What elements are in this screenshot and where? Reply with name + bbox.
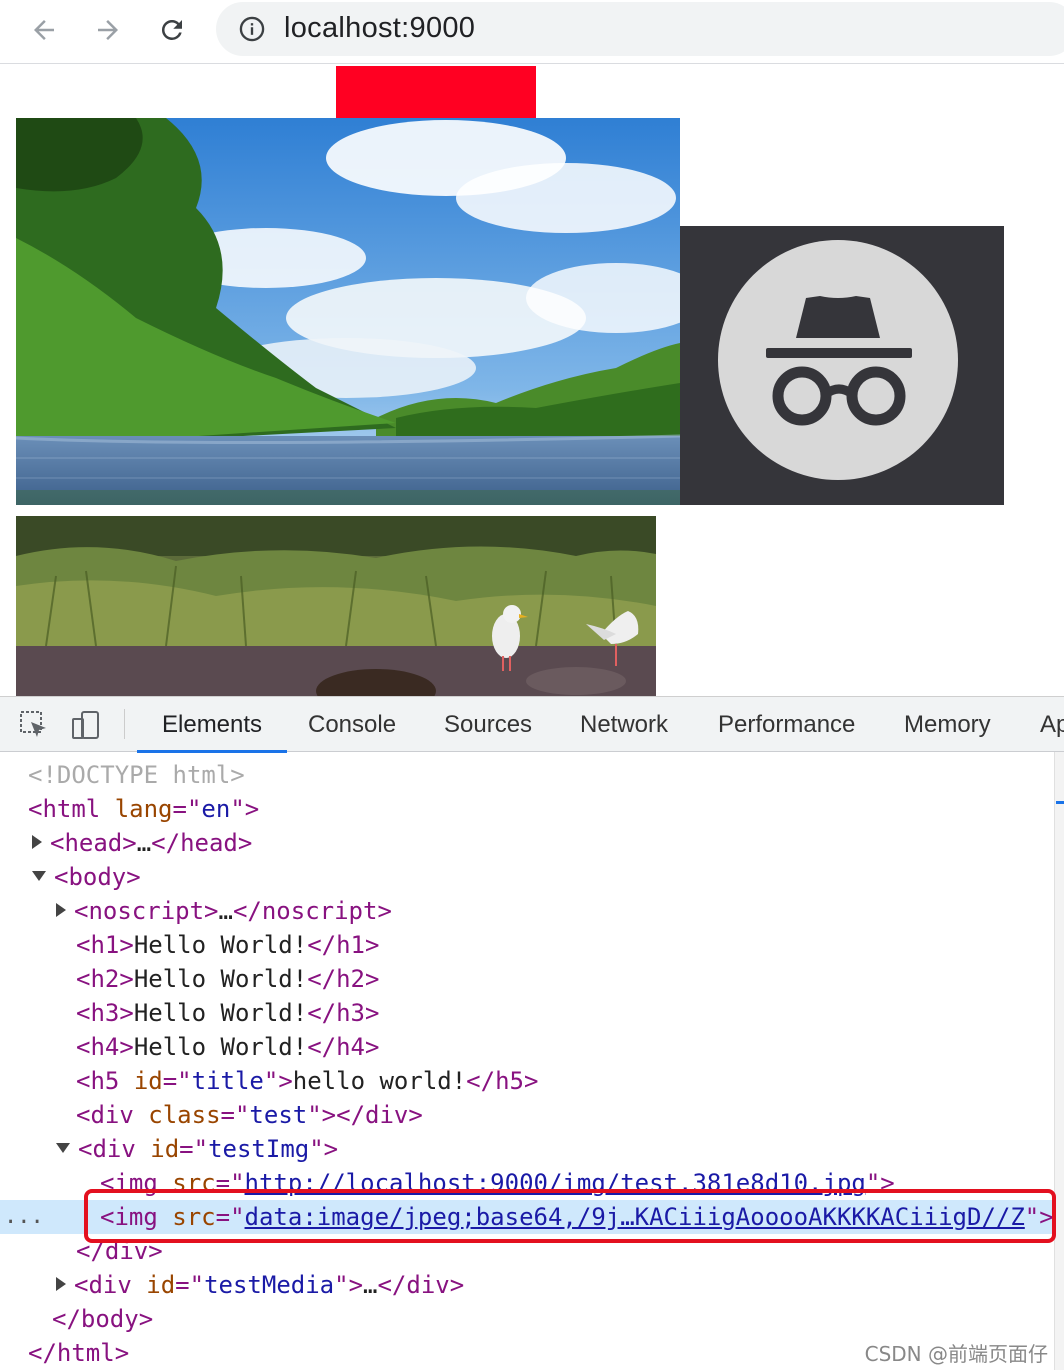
scroll-indicator — [1056, 801, 1064, 804]
node-text: Hello World! — [133, 1033, 308, 1061]
dom-node-h2[interactable]: <h2>Hello World!</h2> — [0, 962, 1054, 996]
reload-icon — [161, 19, 182, 40]
attr-name: class — [148, 1101, 221, 1129]
dom-node-head[interactable]: <head>…</head> — [0, 826, 1054, 860]
tag-name: h1 — [90, 931, 120, 959]
back-arrow-icon — [34, 20, 54, 40]
tag-name: div — [88, 1271, 132, 1299]
tab-performance[interactable]: Performance — [716, 697, 857, 752]
dom-node-doctype[interactable]: <!DOCTYPE html> — [0, 758, 1054, 792]
annotation-highlight-box — [84, 1189, 1056, 1243]
tab-console[interactable]: Console — [306, 697, 398, 752]
back-button[interactable] — [24, 10, 64, 50]
device-toolbar-icon[interactable] — [70, 709, 102, 741]
attr-name: id — [146, 1271, 176, 1299]
attr-value: title — [191, 1067, 264, 1095]
reload-button[interactable] — [152, 10, 192, 50]
forward-arrow-icon — [98, 20, 118, 40]
tag-name: html — [42, 795, 101, 823]
tag-name: h5 — [90, 1067, 120, 1095]
collapse-triangle-icon[interactable] — [32, 871, 46, 881]
dom-tree-scrollbar[interactable] — [1054, 752, 1064, 1370]
dom-node-div-testimg[interactable]: <div id="testImg"> — [0, 1132, 1054, 1166]
attr-value: en — [201, 795, 231, 823]
tag-name: body — [68, 863, 127, 891]
tag-name: html — [56, 1339, 115, 1367]
address-bar[interactable]: localhost:9000 — [216, 2, 1064, 56]
node-text: Hello World! — [133, 999, 308, 1027]
dom-node-div-test[interactable]: <div class="test"></div> — [0, 1098, 1054, 1132]
dom-node-h1[interactable]: <h1>Hello World!</h1> — [0, 928, 1054, 962]
tag-name: h5 — [495, 1067, 524, 1095]
tab-sources[interactable]: Sources — [442, 697, 534, 752]
collapsed-ellipsis: … — [363, 1271, 378, 1299]
dom-node-h3[interactable]: <h3>Hello World!</h3> — [0, 996, 1054, 1030]
tag-name: h4 — [336, 1033, 366, 1061]
tag-name: div — [406, 1271, 450, 1299]
attr-name: id — [150, 1135, 180, 1163]
attr-value: testMedia — [204, 1271, 335, 1299]
dom-node-noscript[interactable]: <noscript>…</noscript> — [0, 894, 1054, 928]
node-text: Hello World! — [133, 965, 308, 993]
doctype-text: <!DOCTYPE html> — [28, 761, 245, 789]
tag-name: h2 — [90, 965, 120, 993]
attr-value: test — [249, 1101, 308, 1129]
node-text: hello world! — [292, 1067, 467, 1095]
dom-node-h4[interactable]: <h4>Hello World!</h4> — [0, 1030, 1054, 1064]
attr-name: lang — [114, 795, 173, 823]
inspect-element-icon[interactable] — [18, 709, 50, 741]
dom-tree: <!DOCTYPE html> <html lang="en"> <head>…… — [0, 752, 1054, 1370]
tag-name: head — [64, 829, 123, 857]
expand-triangle-icon[interactable] — [56, 1277, 66, 1291]
dom-node-body[interactable]: <body> — [0, 860, 1054, 894]
dom-node-html[interactable]: <html lang="en"> — [0, 792, 1054, 826]
incognito-logo — [680, 226, 1004, 505]
red-box — [336, 66, 536, 118]
watermark: CSDN @前端页面仔 — [864, 1342, 1048, 1366]
tag-name: h2 — [336, 965, 366, 993]
node-actions-ellipsis[interactable]: ... — [4, 1200, 44, 1234]
devtools-panel: Elements Console Sources Network Perform… — [0, 696, 1064, 1370]
url-text: localhost:9000 — [284, 12, 476, 44]
tag-name: div — [92, 1135, 136, 1163]
tag-name: h3 — [90, 999, 120, 1027]
toolbar-divider — [124, 709, 125, 739]
forward-button[interactable] — [88, 10, 128, 50]
tag-name: head — [180, 829, 238, 857]
dom-node-h5[interactable]: <h5 id="title">hello world!</h5> — [0, 1064, 1054, 1098]
collapsed-ellipsis: … — [136, 829, 152, 857]
expand-triangle-icon[interactable] — [32, 835, 42, 849]
tab-network[interactable]: Network — [578, 697, 670, 752]
collapse-triangle-icon[interactable] — [56, 1143, 70, 1153]
info-icon[interactable] — [238, 15, 266, 43]
tag-name: div — [365, 1101, 409, 1129]
node-text: Hello World! — [133, 931, 308, 959]
tag-name: h1 — [336, 931, 366, 959]
attr-value: testImg — [208, 1135, 310, 1163]
tab-memory[interactable]: Memory — [902, 697, 993, 752]
tab-application[interactable]: Ap — [1038, 697, 1064, 752]
collapsed-ellipsis: … — [218, 897, 233, 925]
page-viewport — [0, 65, 1064, 696]
tab-elements[interactable]: Elements — [136, 697, 288, 753]
dom-node-div-testmedia[interactable]: <div id="testMedia">…</div> — [0, 1268, 1054, 1302]
dom-node-body-close[interactable]: </body> — [0, 1302, 1054, 1336]
expand-triangle-icon[interactable] — [56, 903, 66, 917]
tag-name: div — [90, 1101, 134, 1129]
seagulls-river-photo — [16, 516, 656, 696]
attr-name: id — [133, 1067, 163, 1095]
tag-name: h4 — [90, 1033, 120, 1061]
tag-name: noscript — [88, 897, 205, 925]
river-landscape-photo — [16, 118, 680, 505]
tag-name: body — [80, 1305, 139, 1333]
devtools-tabbar: Elements Console Sources Network Perform… — [0, 697, 1064, 753]
tag-name: h3 — [336, 999, 366, 1027]
browser-toolbar: localhost:9000 — [0, 0, 1064, 64]
tag-name: noscript — [261, 897, 378, 925]
